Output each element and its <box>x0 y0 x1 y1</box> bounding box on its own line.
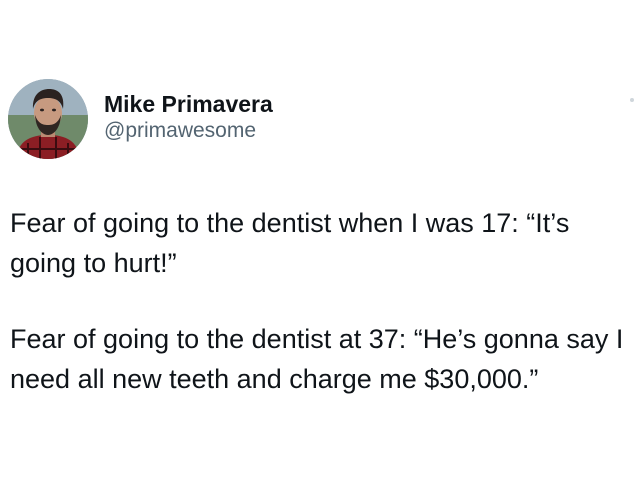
tweet-paragraph: Fear of going to the dentist when I was … <box>10 208 570 278</box>
more-options-icon[interactable] <box>630 98 634 102</box>
tweet-header: Mike Primavera @primawesome <box>8 78 273 160</box>
tweet-text: Fear of going to the dentist when I was … <box>10 203 635 399</box>
author-display-name[interactable]: Mike Primavera <box>104 90 273 118</box>
author-names: Mike Primavera @primawesome <box>104 90 273 144</box>
avatar-image <box>8 79 88 159</box>
author-handle[interactable]: @primawesome <box>104 118 273 144</box>
tweet-card: Mike Primavera @primawesome Fear of goin… <box>0 0 640 482</box>
tweet-paragraph: Fear of going to the dentist at 37: “He’… <box>10 324 624 394</box>
avatar[interactable] <box>8 79 88 159</box>
